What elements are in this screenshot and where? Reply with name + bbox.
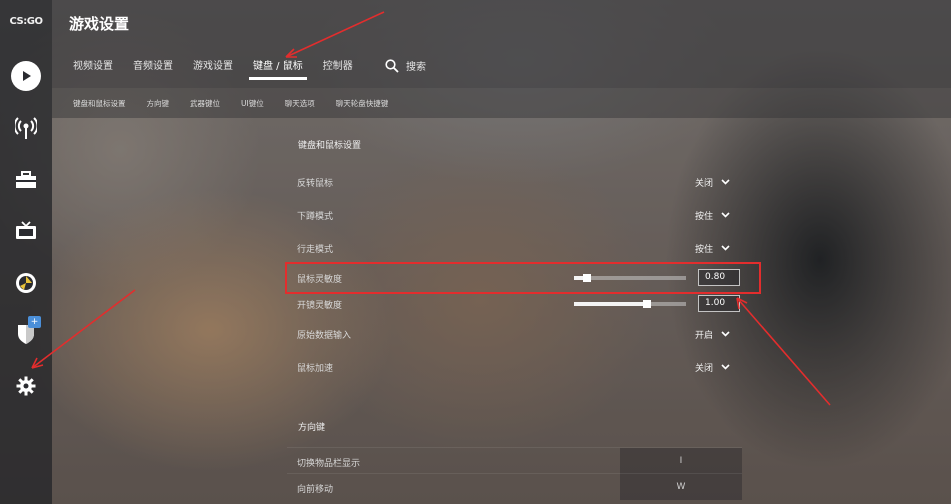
sub-navigation: 键盘和鼠标设置 方向键 武器键位 UI键位 聊天选项 聊天轮盘快捷键 <box>52 88 951 118</box>
dropdown-value: 关闭 <box>695 363 714 374</box>
tab-audio[interactable]: 音频设置 <box>126 58 180 78</box>
tv-icon <box>16 221 36 239</box>
zoom-sensitivity-slider[interactable] <box>574 300 686 308</box>
search-button[interactable]: 搜索 <box>385 58 426 73</box>
dropdown-value: 按住 <box>695 211 714 222</box>
setting-row-invert-mouse: 反转鼠标 关闭 <box>287 168 742 196</box>
crouch-mode-dropdown[interactable]: 按住 <box>695 209 730 222</box>
chevron-down-icon <box>721 245 730 251</box>
tab-video[interactable]: 视频设置 <box>66 58 120 78</box>
subtab-chat-wheel[interactable]: 聊天轮盘快捷键 <box>336 98 389 109</box>
keybind-button[interactable]: W <box>620 474 742 500</box>
keybind-button[interactable]: I <box>620 448 742 474</box>
notification-badge: + <box>28 316 41 328</box>
setting-row-walk-mode: 行走模式 按住 <box>287 234 742 262</box>
setting-label: 鼠标加速 <box>297 363 334 374</box>
sidebar-item-overwatch[interactable]: + <box>10 316 42 350</box>
setting-label: 反转鼠标 <box>297 178 334 189</box>
setting-label: 行走模式 <box>297 244 334 255</box>
sidebar-item-watch[interactable] <box>10 112 42 144</box>
chevron-down-icon <box>721 364 730 370</box>
sidebar-item-settings[interactable] <box>10 370 42 402</box>
settings-tabs: 视频设置 音频设置 游戏设置 键盘 / 鼠标 控制器 <box>66 58 366 80</box>
sidebar: CS:GO + <box>0 0 52 504</box>
slider-handle[interactable] <box>643 300 651 308</box>
slider-fill <box>574 302 647 306</box>
tab-keyboard-mouse[interactable]: 键盘 / 鼠标 <box>246 58 310 80</box>
setting-row-mouse-acceleration: 鼠标加速 关闭 <box>287 353 742 381</box>
sidebar-item-play[interactable] <box>10 60 42 92</box>
play-icon <box>11 61 41 91</box>
section-title-keyboard-mouse: 键盘和鼠标设置 <box>298 141 362 151</box>
app-logo[interactable]: CS:GO <box>6 16 46 32</box>
keybind-label: 切换物品栏显示 <box>297 459 361 469</box>
dropdown-value: 开启 <box>695 330 714 341</box>
raw-input-dropdown[interactable]: 开启 <box>695 328 730 341</box>
sidebar-item-inventory[interactable] <box>10 164 42 196</box>
keybind-row-move-forward: 向前移动 W <box>287 473 742 500</box>
walk-mode-dropdown[interactable]: 按住 <box>695 242 730 255</box>
subtab-weapon-keys[interactable]: 武器键位 <box>190 98 220 109</box>
subtab-keyboard-mouse[interactable]: 键盘和鼠标设置 <box>73 98 126 109</box>
chevron-down-icon <box>721 212 730 218</box>
subtab-ui-keys[interactable]: UI键位 <box>241 98 264 109</box>
section-title-movement-keys: 方向键 <box>298 423 326 433</box>
tab-controller[interactable]: 控制器 <box>316 58 360 78</box>
mouse-acceleration-dropdown[interactable]: 关闭 <box>695 361 730 374</box>
broadcast-icon <box>15 117 37 139</box>
stats-icon <box>16 273 36 293</box>
tab-game[interactable]: 游戏设置 <box>186 58 240 78</box>
keybind-label: 向前移动 <box>297 485 334 495</box>
sidebar-item-stats[interactable] <box>10 267 42 299</box>
settings-header: 游戏设置 视频设置 音频设置 游戏设置 键盘 / 鼠标 控制器 搜索 <box>52 0 951 88</box>
annotation-highlight-box <box>285 262 761 294</box>
subtab-movement-keys[interactable]: 方向键 <box>147 98 170 109</box>
setting-row-zoom-sensitivity: 开镜灵敏度 1.00 <box>287 290 742 318</box>
gear-icon <box>16 376 36 396</box>
briefcase-icon <box>16 171 36 188</box>
setting-row-crouch-mode: 下蹲模式 按住 <box>287 201 742 229</box>
setting-label: 开镜灵敏度 <box>297 300 343 311</box>
sidebar-item-tv[interactable] <box>10 215 42 247</box>
chevron-down-icon <box>721 179 730 185</box>
setting-label: 下蹲模式 <box>297 211 334 222</box>
dropdown-value: 关闭 <box>695 178 714 189</box>
subtab-chat-options[interactable]: 聊天选项 <box>285 98 315 109</box>
setting-label: 原始数据输入 <box>297 330 352 341</box>
chevron-down-icon <box>721 331 730 337</box>
keybind-row-toggle-inventory: 切换物品栏显示 I <box>287 447 742 474</box>
dropdown-value: 按住 <box>695 244 714 255</box>
page-title: 游戏设置 <box>69 15 130 33</box>
search-icon <box>385 58 399 73</box>
setting-row-raw-input: 原始数据输入 开启 <box>287 320 742 348</box>
search-label: 搜索 <box>406 62 426 73</box>
invert-mouse-dropdown[interactable]: 关闭 <box>695 176 730 189</box>
zoom-sensitivity-input[interactable]: 1.00 <box>698 295 740 312</box>
